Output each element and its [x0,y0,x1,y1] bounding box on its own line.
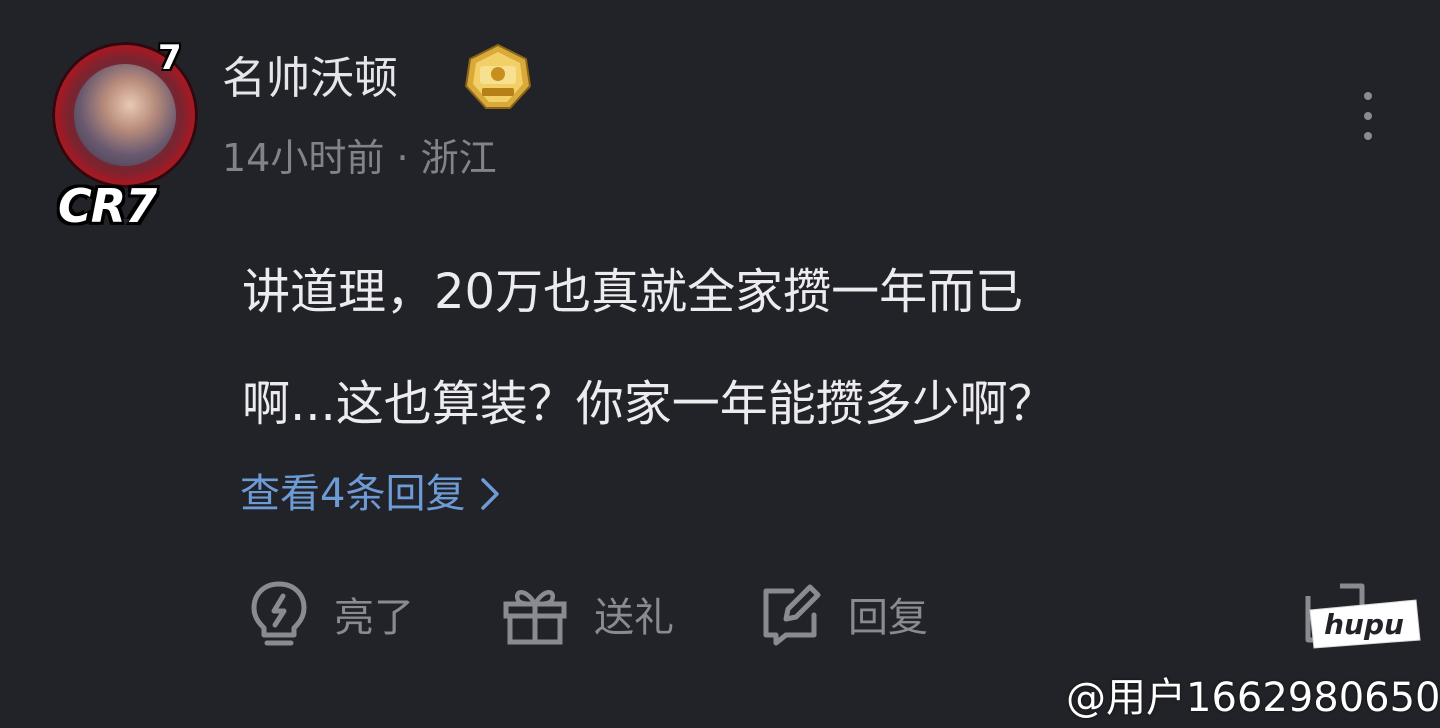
gift-button[interactable]: 送礼 [500,578,674,650]
chevron-right-icon [481,478,500,510]
lightbulb-icon [251,581,307,646]
reply-label: 回复 [848,595,928,641]
username[interactable]: 名帅沃顿 [222,48,398,110]
user-watermark: @用户1662980650 [1066,675,1440,721]
reply-button[interactable]: 回复 [758,578,928,650]
gold-level-badge-icon[interactable] [462,42,534,114]
comment-screen: 7 CR7 名帅沃顿 14小时前 · 浙江 讲道理，20万也真就全家攒一年而已 … [0,0,1440,728]
avatar-number: 7 [158,38,182,78]
comment-line: 啊...这也算装？你家一年能攒多少啊？ [242,376,1056,432]
meta-separator: · [396,136,409,180]
svg-text:hupu: hupu [1324,608,1404,641]
gift-label: 送礼 [594,595,674,641]
gift-icon [503,590,567,645]
post-time: 14小时前 [222,136,385,180]
avatar-cr7-badge: CR7 [58,179,157,233]
user-avatar[interactable]: 7 CR7 [52,38,204,232]
view-replies-label: 查看4条回复 [240,471,466,517]
more-options-icon[interactable] [1352,88,1384,144]
hupu-logo: hupu [1309,599,1421,649]
view-replies-link[interactable]: 查看4条回复 [240,464,501,524]
comment-line: 讲道理，20万也真就全家攒一年而已 [242,264,1024,320]
like-label: 亮了 [334,595,414,641]
avatar-photo [74,64,176,166]
post-location: 浙江 [420,136,497,180]
comment-body: 讲道理，20万也真就全家攒一年而已 啊...这也算装？你家一年能攒多少啊？ [242,236,1322,460]
like-button[interactable]: 亮了 [248,578,414,650]
post-meta: 14小时前 · 浙江 [222,130,497,186]
edit-reply-icon [763,584,821,646]
